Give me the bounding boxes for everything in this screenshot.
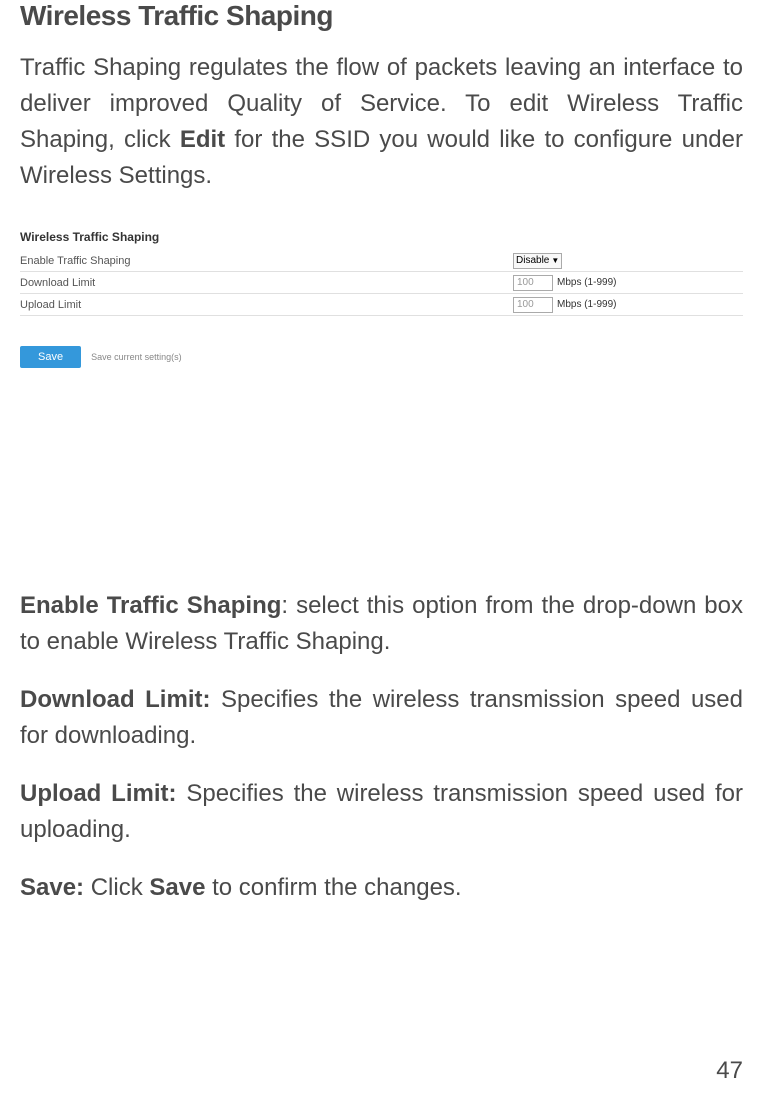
unit-upload: Mbps (1-999) [557,299,616,310]
label-enable-traffic-shaping: Enable Traffic Shaping [20,255,513,267]
def-download-limit: Download Limit: Specifies the wireless t… [20,682,743,754]
def-upload-limit: Upload Limit: Specifies the wireless tra… [20,776,743,848]
page-number: 47 [716,1057,743,1085]
panel-title: Wireless Traffic Shaping [20,224,743,250]
save-button[interactable]: Save [20,346,81,368]
def-mid: Click [84,874,149,901]
def-save: Save: Click Save to confirm the changes. [20,870,743,906]
save-section: Save Save current setting(s) [20,346,743,368]
input-download-limit[interactable] [513,275,553,291]
def-term: Download Limit: [20,686,210,713]
def-term: Upload Limit: [20,780,177,807]
dropdown-enable-traffic-shaping[interactable]: Disable ▼ [513,253,562,269]
label-download-limit: Download Limit [20,277,513,289]
intro-paragraph: Traffic Shaping regulates the flow of pa… [20,50,743,194]
page-heading: Wireless Traffic Shaping [20,0,743,32]
label-upload-limit: Upload Limit [20,299,513,311]
row-enable-traffic-shaping: Enable Traffic Shaping Disable ▼ [20,250,743,272]
def-term: Enable Traffic Shaping [20,592,281,619]
config-panel: Wireless Traffic Shaping Enable Traffic … [20,224,743,368]
dropdown-value: Disable [516,255,549,266]
chevron-down-icon: ▼ [551,256,559,265]
def-enable-traffic-shaping: Enable Traffic Shaping: select this opti… [20,588,743,660]
def-bold-save: Save [149,874,205,901]
row-download-limit: Download Limit Mbps (1-999) [20,272,743,294]
def-desc: to confirm the changes. [205,874,461,901]
input-upload-limit[interactable] [513,297,553,313]
intro-bold-edit: Edit [180,126,225,153]
row-upload-limit: Upload Limit Mbps (1-999) [20,294,743,316]
unit-download: Mbps (1-999) [557,277,616,288]
save-hint: Save current setting(s) [91,352,182,362]
def-term: Save: [20,874,84,901]
